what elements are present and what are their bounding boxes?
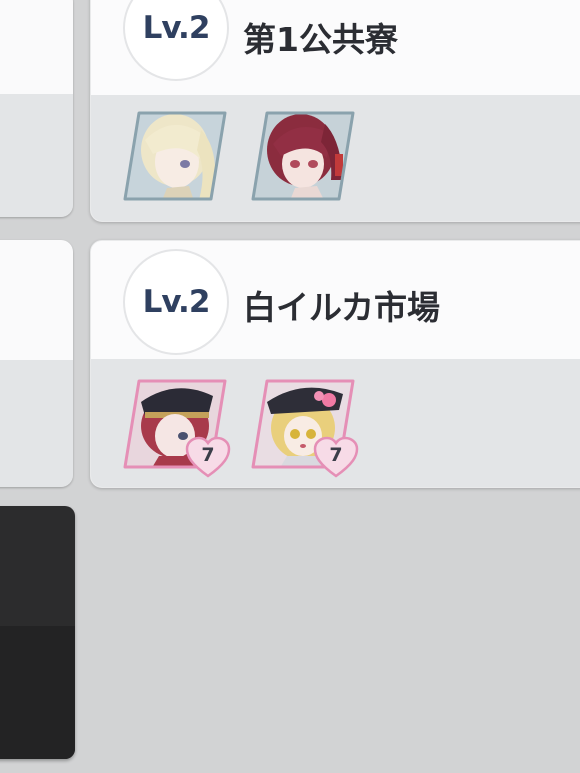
facility-name: 白イルカ市場 [243, 288, 441, 327]
bond-heart-icon: 7 [185, 436, 231, 478]
facility-name: 第1公共寮 [243, 20, 398, 59]
blonde-girl-portrait-icon[interactable] [123, 110, 227, 202]
level-text: Lv.2 [142, 10, 211, 46]
level-badge: Lv.2 [123, 249, 229, 355]
red-hair-cap-girl-portrait-icon[interactable]: 7 [123, 378, 231, 478]
facility-card-market[interactable]: Lv.2 白イルカ市場 7 7 [90, 240, 580, 488]
bond-heart-icon: 7 [313, 436, 359, 478]
red-hair-girl-portrait-icon[interactable] [251, 110, 355, 202]
left-facility-card-2[interactable] [0, 240, 73, 487]
blonde-cap-girl-portrait-icon[interactable]: 7 [251, 378, 359, 478]
left-facility-card-1[interactable] [0, 0, 73, 217]
level-text: Lv.2 [142, 284, 211, 320]
facility-card-dormitory[interactable]: Lv.2 第1公共寮 [90, 0, 580, 222]
left-dark-panel[interactable] [0, 506, 75, 759]
bond-level: 7 [329, 444, 343, 466]
bond-level: 7 [201, 444, 215, 466]
